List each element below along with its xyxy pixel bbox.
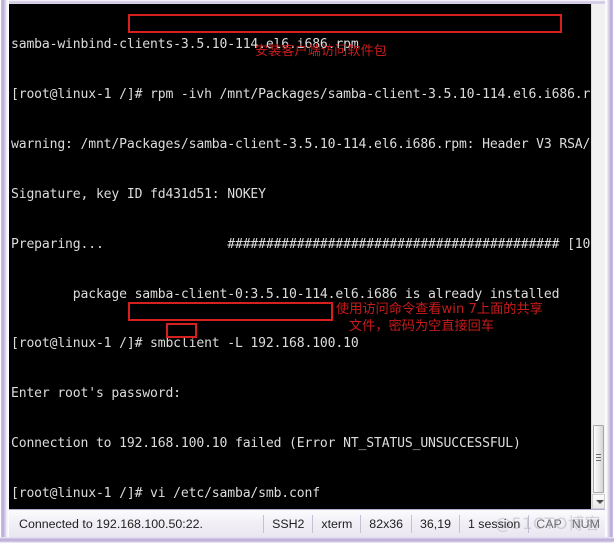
terminal-line: warning: /mnt/Packages/samba-client-3.5.… — [11, 136, 591, 152]
status-protocol: SSH2 — [272, 516, 305, 531]
status-divider — [459, 514, 460, 533]
status-divider — [263, 514, 265, 533]
annotation-note-access-line1: 使用访问命令查看win 7上面的共享 — [336, 302, 543, 317]
terminal-window: samba-winbind-clients-3.5.10-114.el6.i68… — [0, 0, 614, 543]
terminal-pane[interactable]: samba-winbind-clients-3.5.10-114.el6.i68… — [9, 4, 591, 509]
vertical-scrollbar[interactable] — [591, 4, 605, 509]
window-frame-right — [605, 0, 614, 543]
window-frame-left — [0, 0, 9, 543]
scrollbar-thumb[interactable] — [593, 425, 604, 493]
scrollbar-down-arrow-icon[interactable] — [592, 494, 605, 509]
annotation-note-install: 安装客户端访问软件包 — [255, 44, 387, 59]
terminal-line: Signature, key ID fd431d51: NOKEY — [11, 186, 266, 202]
status-bar: Connected to 192.168.100.50:22. SSH2 xte… — [9, 509, 605, 537]
terminal-line: Preparing... ###########################… — [11, 236, 591, 252]
status-divider — [360, 514, 362, 533]
status-connection: Connected to 192.168.100.50:22. — [19, 516, 203, 531]
status-caps-lock-indicator: CAP — [536, 516, 562, 531]
status-num-lock-indicator: NUM — [571, 516, 600, 531]
status-emulation: xterm — [321, 516, 353, 531]
terminal-line: Connection to 192.168.100.10 failed (Err… — [11, 436, 521, 452]
status-divider — [528, 514, 530, 533]
annotation-note-access-line2: 文件，密码为空直接回车 — [349, 319, 495, 334]
scrollbar-grip-icon — [596, 454, 601, 461]
terminal-line: [root@linux-1 /]# rpm -ivh /mnt/Packages… — [11, 87, 591, 103]
status-session-count: 1 session — [467, 516, 521, 531]
status-cursor-position: 36,19 — [420, 516, 452, 531]
status-divider — [411, 514, 412, 533]
terminal-line: [root@linux-1 /]# smbclient -L 192.168.1… — [11, 336, 359, 352]
terminal-line: [root@linux-1 /]# vi /etc/samba/smb.conf — [11, 485, 320, 501]
status-terminal-size: 82x36 — [369, 516, 404, 531]
terminal-output[interactable]: samba-winbind-clients-3.5.10-114.el6.i68… — [9, 4, 591, 509]
window-frame-bottom — [0, 537, 614, 543]
status-divider — [312, 514, 314, 533]
terminal-line: Enter root's password: — [11, 386, 181, 402]
